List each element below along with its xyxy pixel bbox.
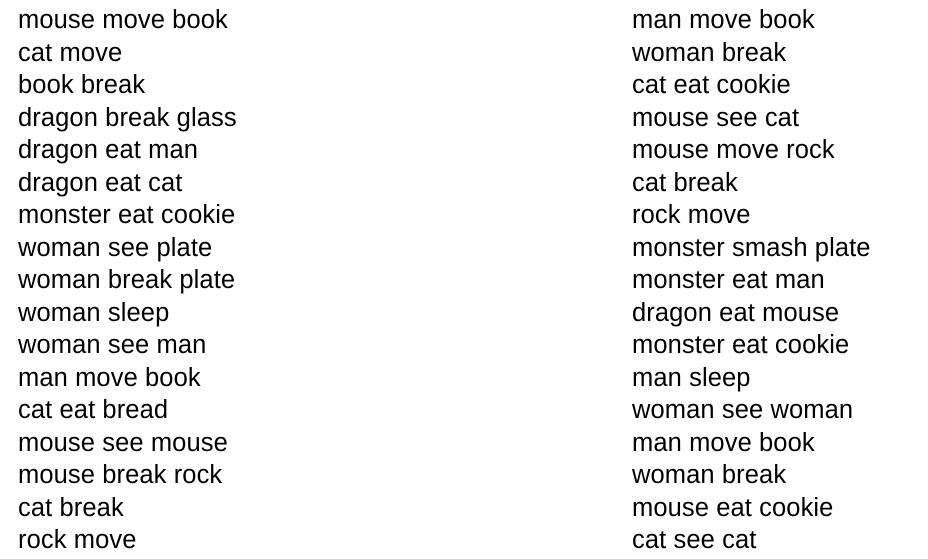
sentence-item: dragon eat man	[18, 136, 199, 164]
sentence-item: mouse break rock	[18, 461, 223, 489]
sentence-item: woman sleep	[18, 298, 170, 327]
sentence-item: book break	[18, 71, 146, 99]
sentence-item: mouse see cat	[632, 103, 800, 132]
left-sentence-column: mouse move book cat move book break drag…	[18, 4, 237, 557]
sentence-item: woman see woman	[632, 396, 854, 424]
sentence-item: woman see plate	[18, 233, 213, 262]
sentence-item: woman break	[632, 461, 787, 489]
sentence-item: dragon eat cat	[18, 168, 183, 197]
sentence-item: cat break	[18, 493, 124, 522]
sentence-item: monster eat cookie	[18, 201, 236, 229]
sentence-item: monster eat man	[632, 266, 825, 294]
sentence-item: mouse eat cookie	[632, 493, 834, 522]
sentence-item: man sleep	[632, 363, 751, 392]
sentence-item: woman break plate	[18, 266, 236, 294]
sentence-item: man move book	[18, 363, 201, 392]
right-sentence-column: man move book woman break cat eat cookie…	[632, 4, 871, 557]
sentence-item: cat see cat	[632, 526, 757, 554]
sentence-item: dragon break glass	[18, 103, 237, 132]
sentence-item: monster eat cookie	[632, 331, 850, 359]
sentence-item: dragon eat mouse	[632, 298, 840, 327]
sentence-item: mouse move book	[18, 6, 228, 34]
sentence-item: rock move	[18, 526, 137, 554]
sentence-item: monster smash plate	[632, 233, 871, 262]
sentence-item: cat eat cookie	[632, 71, 791, 99]
sentence-item: cat eat bread	[18, 396, 169, 424]
sentence-item: man move book	[632, 428, 815, 457]
sentence-item: rock move	[632, 201, 751, 229]
sentence-item: cat move	[18, 38, 123, 67]
sentence-item: mouse see mouse	[18, 428, 228, 457]
sentence-item: mouse move rock	[632, 136, 835, 164]
sentence-item: cat break	[632, 168, 738, 197]
sentence-list-page: mouse move book cat move book break drag…	[0, 0, 928, 559]
sentence-item: woman see man	[18, 331, 207, 359]
sentence-item: man move book	[632, 6, 815, 34]
sentence-item: woman break	[632, 38, 787, 67]
